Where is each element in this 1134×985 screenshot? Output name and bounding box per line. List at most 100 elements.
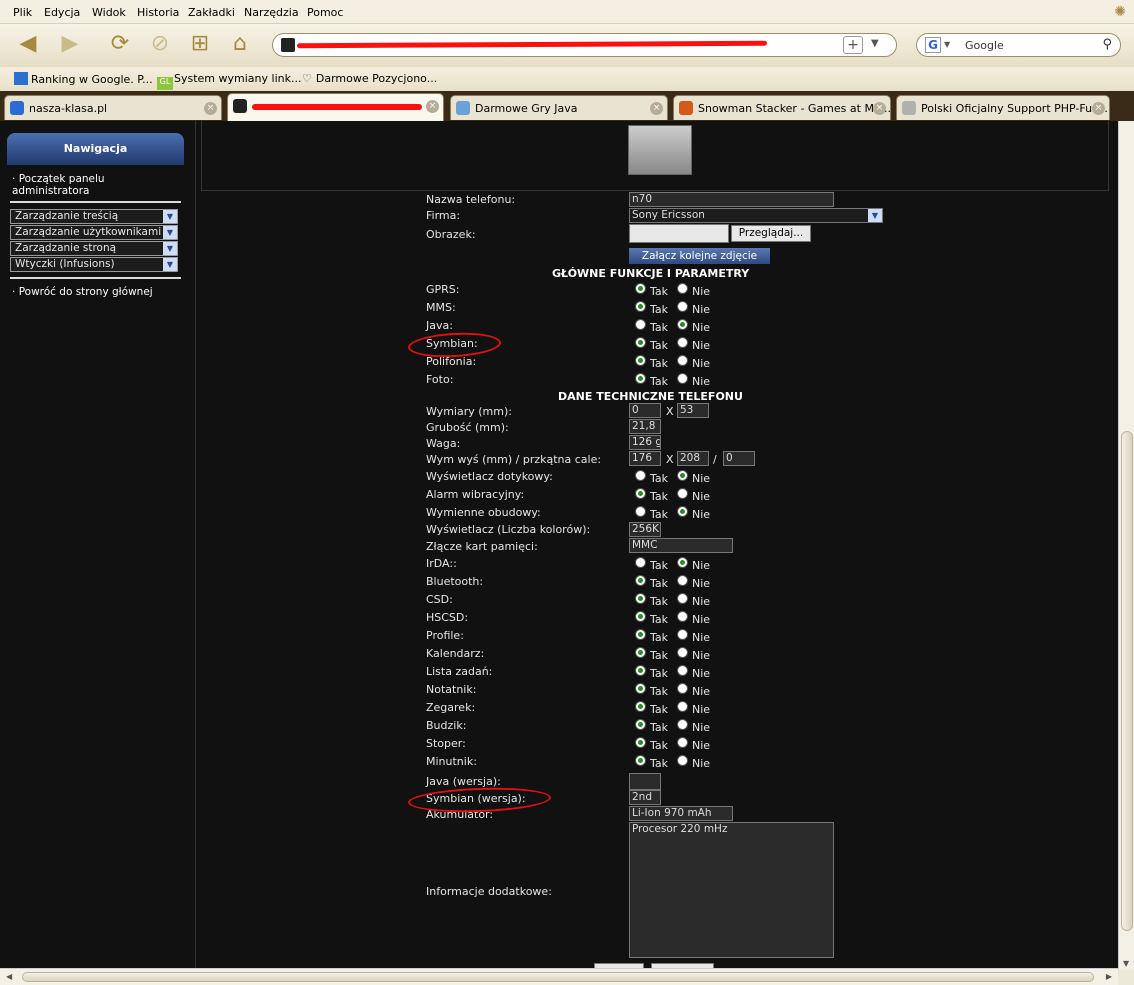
tech-2-tak-radio[interactable] [635, 593, 646, 604]
close-icon[interactable]: × [873, 102, 886, 115]
admin-start-link-line2[interactable]: administratora [12, 185, 89, 197]
attach-image-button[interactable]: Załącz kolejne zdjęcie [629, 248, 770, 264]
bookmark-ranking[interactable]: Ranking w Google. P... [14, 72, 153, 86]
file-input[interactable] [629, 224, 729, 243]
menu-zakladki[interactable]: Zakładki [188, 6, 235, 19]
covers-radio-tak-radio[interactable] [635, 506, 646, 517]
vertical-scroll-thumb[interactable] [1121, 431, 1133, 931]
tech-1-nie-radio[interactable] [677, 575, 688, 586]
close-icon[interactable]: × [204, 102, 217, 115]
touch-radio-tak-radio[interactable] [635, 470, 646, 481]
back-icon[interactable]: ◀ [12, 28, 44, 60]
feature-0-tak-radio[interactable] [635, 283, 646, 294]
home-icon[interactable]: ⌂ [224, 28, 256, 60]
screen-b-input[interactable]: 208 [677, 451, 709, 466]
menu-edycja[interactable]: Edycja [44, 6, 80, 19]
tab-active[interactable]: × [227, 93, 444, 121]
card-input[interactable]: MMC [629, 538, 733, 553]
tech-0-nie-radio[interactable] [677, 557, 688, 568]
tech-5-nie-radio[interactable] [677, 647, 688, 658]
tech-7-tak-radio[interactable] [635, 683, 646, 694]
feature-2-nie-radio[interactable] [677, 319, 688, 330]
tab-nasza-klasa[interactable]: nasza-klasa.pl × [4, 95, 222, 120]
menu-narzedzia[interactable]: Narzędzia [244, 6, 299, 19]
touch-radio-nie-radio[interactable] [677, 470, 688, 481]
bookmark-system[interactable]: GL System wymiany link... [157, 72, 301, 90]
feature-5-tak-radio[interactable] [635, 373, 646, 384]
feature-0-nie-radio[interactable] [677, 283, 688, 294]
search-box[interactable]: G ▼ Google ⚲ [916, 33, 1121, 57]
reload-icon[interactable]: ⟳ [104, 28, 136, 60]
stop-icon[interactable]: ⊘ [144, 28, 176, 60]
back-to-site-link[interactable]: · Powróć do strony głównej [12, 286, 153, 298]
tech-4-tak-radio[interactable] [635, 629, 646, 640]
info-textarea[interactable]: Procesor 220 mHz [629, 822, 834, 958]
close-icon[interactable]: × [650, 102, 663, 115]
feature-5-nie-radio[interactable] [677, 373, 688, 384]
tech-7-nie-radio[interactable] [677, 683, 688, 694]
scroll-right-icon[interactable]: ▶ [1106, 972, 1112, 981]
horizontal-scrollbar[interactable]: ◀ ▶ [0, 968, 1118, 985]
tech-2-nie-radio[interactable] [677, 593, 688, 604]
colors-input[interactable]: 256K [629, 522, 661, 537]
java-version-input[interactable] [629, 773, 661, 790]
bookmark-darmowe[interactable]: ♡ Darmowe Pozycjono... [302, 72, 437, 85]
engine-dropdown-icon[interactable]: ▼ [944, 40, 950, 49]
add-bookmark-icon[interactable]: + [843, 36, 863, 54]
tech-3-nie-radio[interactable] [677, 611, 688, 622]
tech-8-nie-radio[interactable] [677, 701, 688, 712]
screen-a-input[interactable]: 176 [629, 451, 661, 466]
tab-snowman[interactable]: Snowman Stacker - Games at Min... × [673, 95, 891, 120]
feature-4-nie-radio[interactable] [677, 355, 688, 366]
tech-6-nie-radio[interactable] [677, 665, 688, 676]
tech-10-tak-radio[interactable] [635, 737, 646, 748]
select-site[interactable]: Zarządzanie stroną ▼ [10, 241, 178, 256]
tech-5-tak-radio[interactable] [635, 647, 646, 658]
feature-1-nie-radio[interactable] [677, 301, 688, 312]
browse-button[interactable]: Przeglądaj... [731, 225, 811, 242]
chevron-down-icon[interactable]: ▼ [871, 38, 879, 49]
forward-icon[interactable]: ▶ [54, 28, 86, 60]
vertical-scrollbar[interactable]: ▼ [1118, 121, 1134, 970]
select-infusions[interactable]: Wtyczki (Infusions) ▼ [10, 257, 178, 272]
feature-3-nie-radio[interactable] [677, 337, 688, 348]
google-icon[interactable]: G [925, 37, 941, 53]
covers-radio-nie-radio[interactable] [677, 506, 688, 517]
search-icon[interactable]: ⚲ [1102, 37, 1112, 52]
tech-0-tak-radio[interactable] [635, 557, 646, 568]
feature-2-tak-radio[interactable] [635, 319, 646, 330]
battery-input[interactable]: Li-Ion 970 mAh [629, 806, 733, 821]
tech-8-tak-radio[interactable] [635, 701, 646, 712]
tech-11-tak-radio[interactable] [635, 755, 646, 766]
tech-11-nie-radio[interactable] [677, 755, 688, 766]
menu-historia[interactable]: Historia [137, 6, 179, 19]
tab-darmowe-gry[interactable]: Darmowe Gry Java × [450, 95, 668, 120]
symbian-version-input[interactable]: 2nd [629, 790, 661, 805]
close-icon[interactable]: × [426, 100, 439, 113]
vibra-radio-tak-radio[interactable] [635, 488, 646, 499]
select-users[interactable]: Zarządzanie użytkownikami ▼ [10, 225, 178, 240]
tech-1-tak-radio[interactable] [635, 575, 646, 586]
tech-6-tak-radio[interactable] [635, 665, 646, 676]
close-icon[interactable]: × [1092, 102, 1105, 115]
select-content[interactable]: Zarządzanie treścią ▼ [10, 209, 178, 224]
dims-a-input[interactable]: 0 [629, 403, 661, 418]
feature-1-tak-radio[interactable] [635, 301, 646, 312]
admin-start-link[interactable]: · Początek panelu [12, 173, 105, 185]
scroll-down-icon[interactable]: ▼ [1123, 959, 1129, 968]
scroll-left-icon[interactable]: ◀ [6, 972, 12, 981]
feature-4-tak-radio[interactable] [635, 355, 646, 366]
menu-pomoc[interactable]: Pomoc [307, 6, 343, 19]
vibra-radio-nie-radio[interactable] [677, 488, 688, 499]
thickness-input[interactable]: 21,8 [629, 419, 661, 434]
horizontal-scroll-thumb[interactable] [22, 972, 1094, 982]
new-tab-icon[interactable]: ⊞ [184, 28, 216, 60]
tech-3-tak-radio[interactable] [635, 611, 646, 622]
screen-c-input[interactable]: 0 [723, 451, 755, 466]
tech-9-tak-radio[interactable] [635, 719, 646, 730]
menu-widok[interactable]: Widok [92, 6, 126, 19]
tech-9-nie-radio[interactable] [677, 719, 688, 730]
feature-3-tak-radio[interactable] [635, 337, 646, 348]
firm-select[interactable]: Sony Ericsson ▼ [629, 208, 883, 223]
tab-php-fusion[interactable]: Polski Oficjalny Support PHP-Fusi... × [896, 95, 1110, 120]
